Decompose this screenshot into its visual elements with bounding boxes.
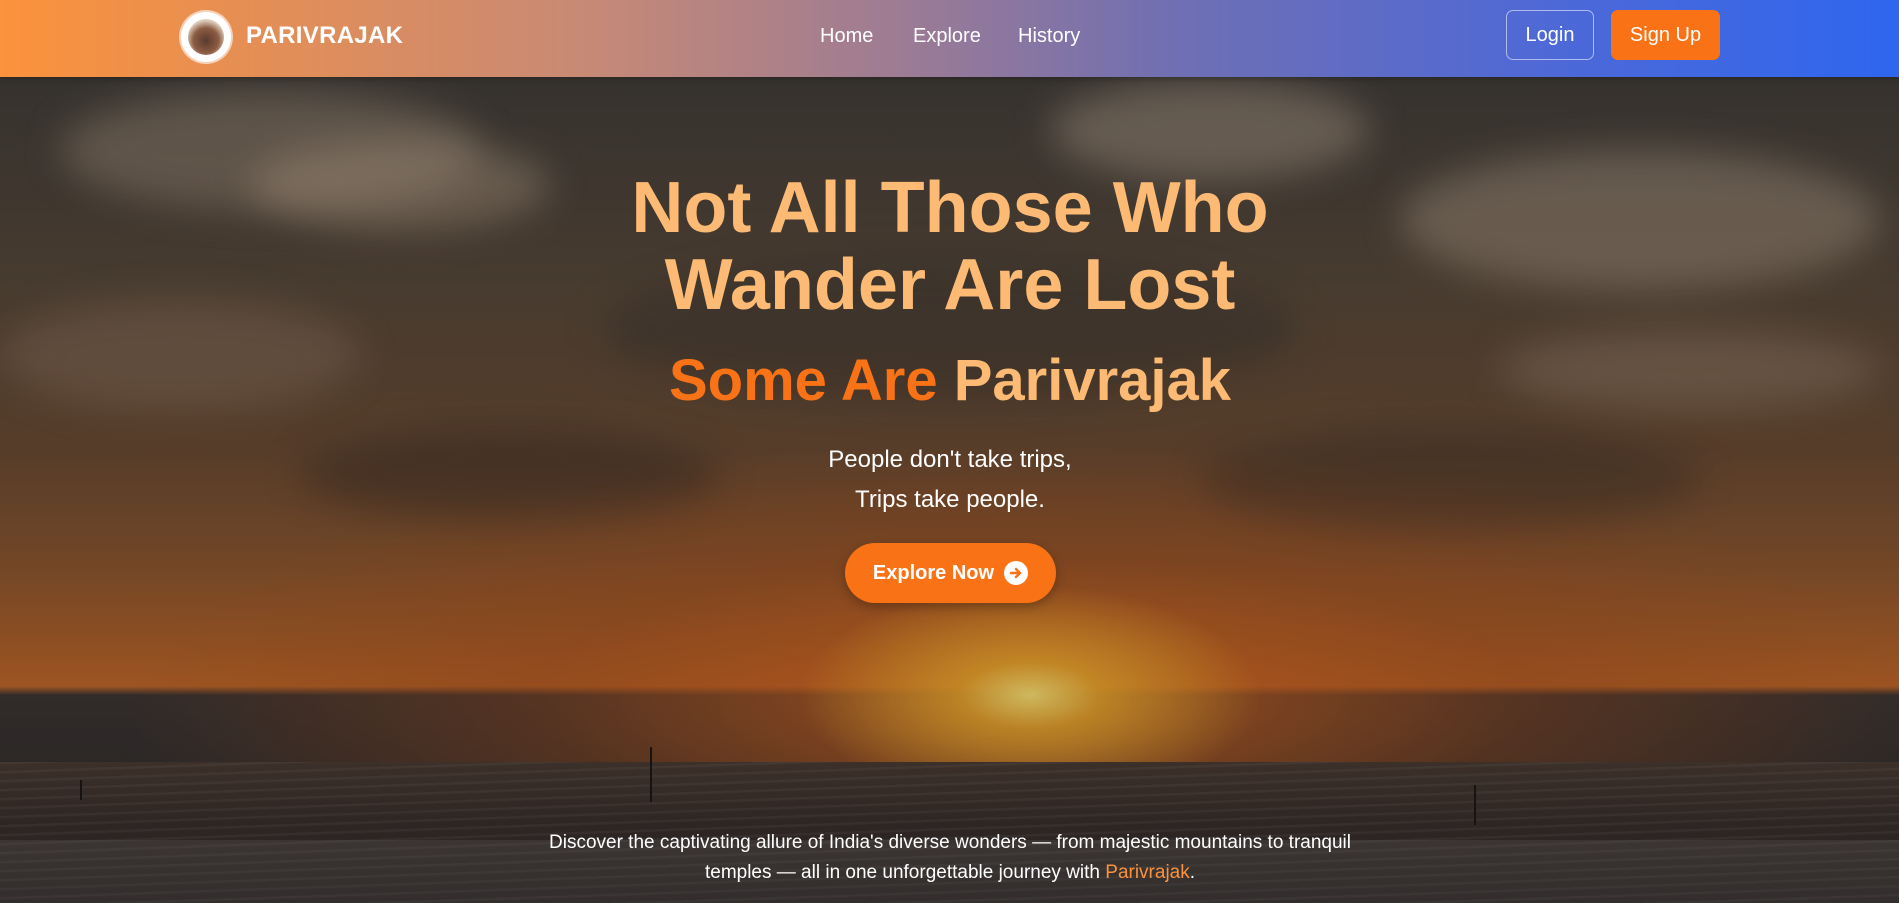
tagline-line-1: People don't take trips,: [828, 446, 1072, 473]
nav-link-home[interactable]: Home: [820, 25, 873, 48]
description-text: Discover the captivating allure of India…: [549, 832, 1351, 883]
hero-tagline: People don't take trips, Trips take peop…: [700, 440, 1200, 520]
signup-button[interactable]: Sign Up: [1611, 10, 1720, 60]
hero-description: Discover the captivating allure of India…: [520, 828, 1380, 888]
subhead-part-1: Some Are: [668, 348, 938, 413]
brand-logo[interactable]: [181, 12, 231, 62]
nav-link-explore[interactable]: Explore: [913, 25, 981, 48]
logo-emblem-icon: [188, 19, 224, 55]
tagline-line-2: Trips take people.: [855, 486, 1045, 513]
explore-now-label: Explore Now: [872, 561, 995, 584]
arrow-circle-right-icon: [1004, 561, 1029, 585]
explore-now-button[interactable]: Explore Now: [845, 543, 1056, 603]
subhead-part-2: Parivrajak: [953, 348, 1232, 413]
headline-line-2: Wander Are Lost: [664, 245, 1236, 325]
hero-headline: Not All Those Who Wander Are Lost: [500, 170, 1400, 324]
headline-line-1: Not All Those Who: [631, 168, 1269, 248]
description-end: .: [1189, 862, 1196, 883]
description-brand-highlight: Parivrajak: [1105, 862, 1190, 883]
brand-name[interactable]: PARIVRAJAK: [246, 22, 403, 50]
login-button[interactable]: Login: [1506, 10, 1594, 60]
nav-link-history[interactable]: History: [1018, 25, 1080, 48]
navbar: PARIVRAJAK Home Explore History Login Si…: [0, 0, 1899, 77]
hero-subheading: Some Are Parivrajak: [500, 348, 1400, 414]
